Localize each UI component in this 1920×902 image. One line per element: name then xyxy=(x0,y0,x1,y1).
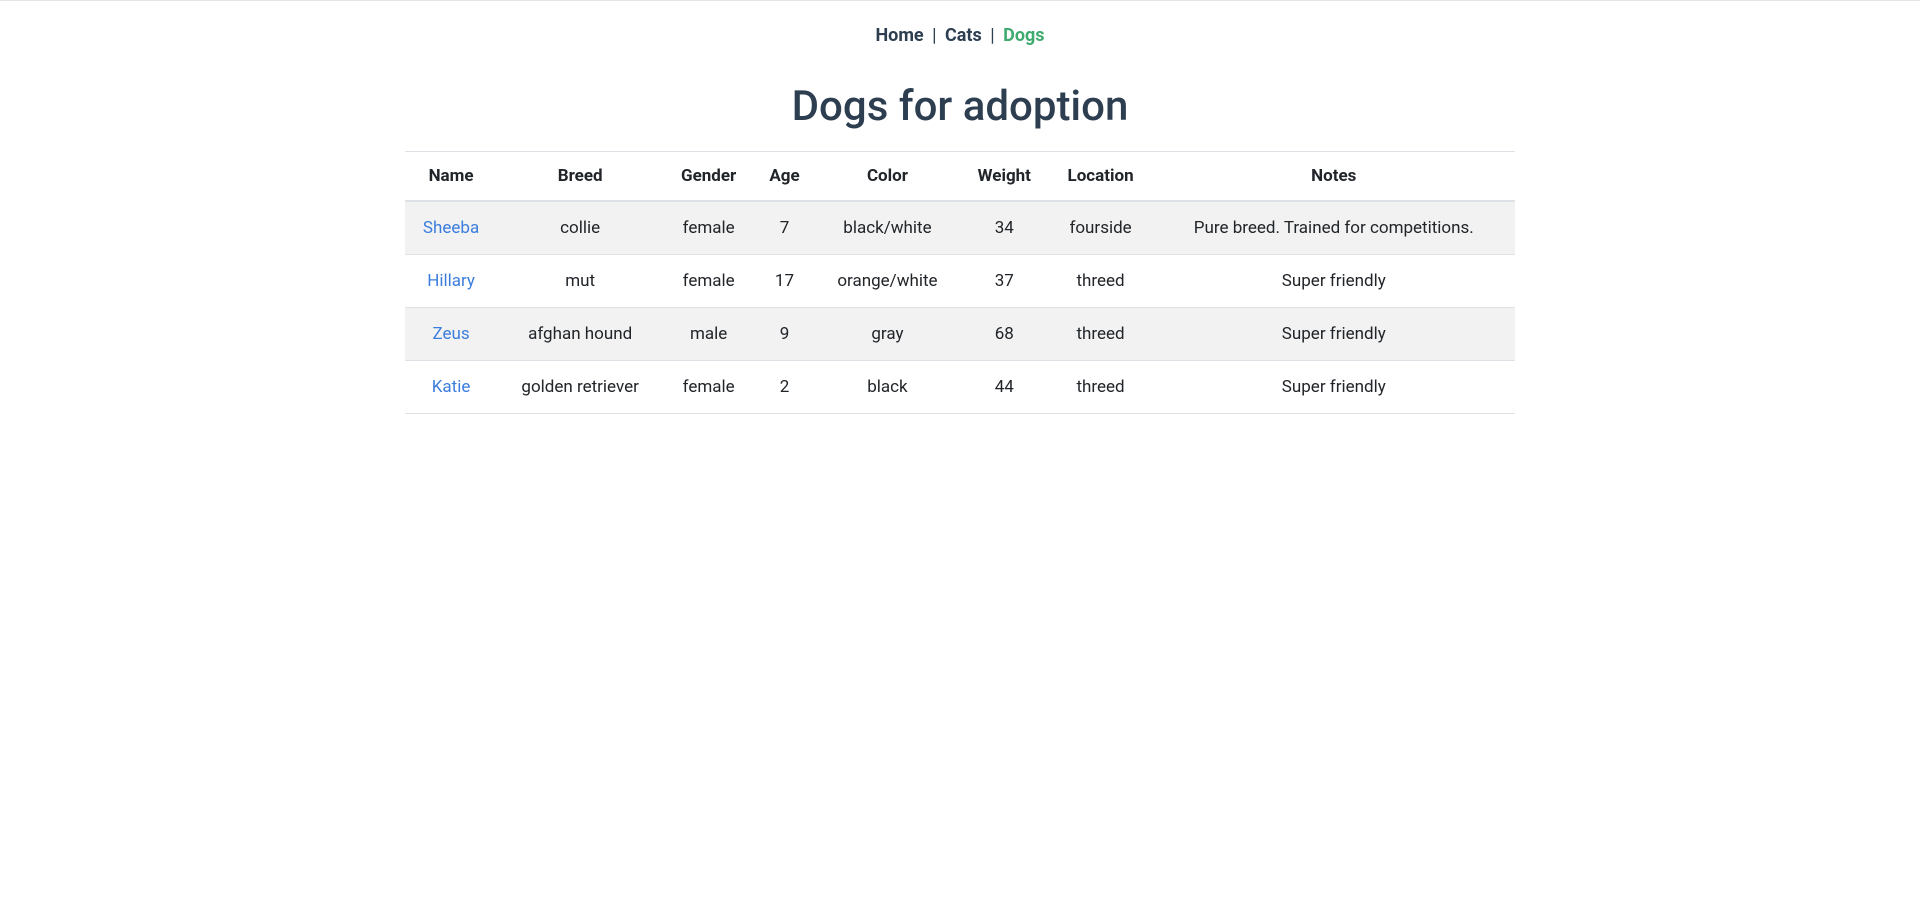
dog-name-link[interactable]: Sheeba xyxy=(423,218,479,238)
col-color: Color xyxy=(815,152,960,202)
cell-location: threed xyxy=(1049,255,1153,308)
cell-age: 9 xyxy=(754,308,815,361)
cell-gender: female xyxy=(663,361,754,414)
cell-name: Katie xyxy=(405,361,497,414)
cell-age: 7 xyxy=(754,201,815,255)
col-name: Name xyxy=(405,152,497,202)
nav-dogs-link[interactable]: Dogs xyxy=(1003,25,1044,46)
cell-location: threed xyxy=(1049,361,1153,414)
col-gender: Gender xyxy=(663,152,754,202)
cell-gender: female xyxy=(663,201,754,255)
col-weight: Weight xyxy=(960,152,1049,202)
dog-name-link[interactable]: Zeus xyxy=(432,324,469,344)
cell-notes: Super friendly xyxy=(1153,361,1515,414)
cell-color: orange/white xyxy=(815,255,960,308)
table-body: Sheebacolliefemale7black/white34fourside… xyxy=(405,201,1515,414)
nav-separator: | xyxy=(990,25,994,46)
cell-location: fourside xyxy=(1049,201,1153,255)
cell-color: black/white xyxy=(815,201,960,255)
cell-breed: golden retriever xyxy=(497,361,663,414)
nav-cats-link[interactable]: Cats xyxy=(945,25,982,46)
cell-notes: Super friendly xyxy=(1153,308,1515,361)
cell-age: 2 xyxy=(754,361,815,414)
cell-breed: mut xyxy=(497,255,663,308)
dogs-table: Name Breed Gender Age Color Weight Locat… xyxy=(405,151,1515,414)
nav-home-link[interactable]: Home xyxy=(875,25,923,46)
cell-name: Sheeba xyxy=(405,201,497,255)
cell-notes: Super friendly xyxy=(1153,255,1515,308)
cell-weight: 34 xyxy=(960,201,1049,255)
cell-breed: afghan hound xyxy=(497,308,663,361)
cell-breed: collie xyxy=(497,201,663,255)
cell-gender: female xyxy=(663,255,754,308)
cell-name: Hillary xyxy=(405,255,497,308)
cell-color: black xyxy=(815,361,960,414)
col-notes: Notes xyxy=(1153,152,1515,202)
top-nav: Home | Cats | Dogs xyxy=(405,1,1515,58)
cell-weight: 44 xyxy=(960,361,1049,414)
table-row: Katie golden retrieverfemale2black44three… xyxy=(405,361,1515,414)
table-row: Hillary mutfemale17orange/white37threedSu… xyxy=(405,255,1515,308)
cell-name: Zeus xyxy=(405,308,497,361)
col-breed: Breed xyxy=(497,152,663,202)
cell-gender: male xyxy=(663,308,754,361)
col-location: Location xyxy=(1049,152,1153,202)
dog-name-link[interactable]: Katie xyxy=(432,377,471,397)
cell-weight: 68 xyxy=(960,308,1049,361)
dog-name-link[interactable]: Hillary xyxy=(427,271,475,291)
table-row: Sheeba colliefemale7black/white34fourside… xyxy=(405,201,1515,255)
cell-weight: 37 xyxy=(960,255,1049,308)
cell-color: gray xyxy=(815,308,960,361)
table-header-row: Name Breed Gender Age Color Weight Locat… xyxy=(405,152,1515,202)
cell-notes: Pure breed. Trained for competitions. xyxy=(1153,201,1515,255)
col-age: Age xyxy=(754,152,815,202)
page-title: Dogs for adoption xyxy=(405,82,1515,131)
cell-age: 17 xyxy=(754,255,815,308)
cell-location: threed xyxy=(1049,308,1153,361)
nav-separator: | xyxy=(932,25,936,46)
table-row: Zeus afghan houndmale9gray68threedSuper f… xyxy=(405,308,1515,361)
